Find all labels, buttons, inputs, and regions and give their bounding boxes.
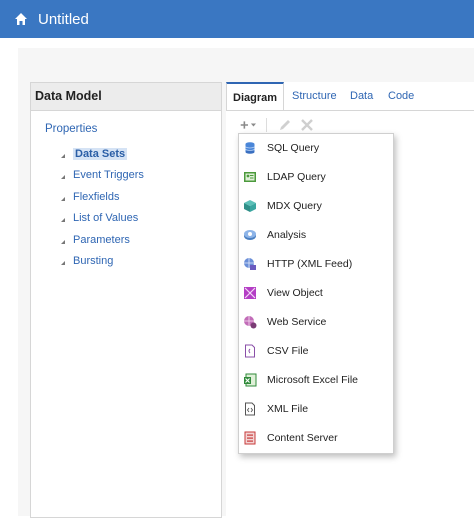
expand-triangle-icon[interactable] (61, 171, 65, 180)
add-icon[interactable] (240, 117, 256, 133)
data-model-tree: Data Sets Event Triggers Flexfields List… (61, 143, 144, 272)
delete-icon[interactable] (299, 117, 315, 133)
menu-item-csv-file[interactable]: CSV File (239, 339, 393, 363)
tab-diagram[interactable]: Diagram (226, 82, 285, 110)
add-data-set-menu: SQL Query LDAP Query MDX Query Analysis (238, 133, 394, 454)
menu-item-content-server[interactable]: Content Server (239, 426, 393, 450)
ldap-icon (244, 172, 256, 182)
expand-triangle-icon[interactable] (61, 214, 65, 223)
menu-item-mdx-query[interactable]: MDX Query (239, 194, 393, 218)
menu-item-http-xml-feed[interactable]: HTTP (XML Feed) (239, 252, 393, 276)
properties-link[interactable]: Properties (45, 123, 97, 135)
tab-bar: Diagram Structure Data Code (226, 82, 474, 111)
web-service-icon (244, 316, 257, 329)
menu-item-sql-query[interactable]: SQL Query (239, 136, 393, 160)
menu-item-web-service[interactable]: Web Service (239, 310, 393, 334)
tree-item-data-sets[interactable]: Data Sets (61, 143, 144, 165)
data-model-title: Data Model (31, 83, 221, 111)
diagram-toolbar (240, 117, 315, 133)
document-title: Untitled (38, 10, 89, 28)
menu-item-microsoft-excel-file[interactable]: Microsoft Excel File (239, 368, 393, 392)
tree-item-bursting[interactable]: Bursting (61, 251, 144, 273)
tab-data[interactable]: Data (350, 90, 373, 102)
menu-item-analysis[interactable]: Analysis (239, 223, 393, 247)
excel-icon (244, 373, 257, 387)
home-icon[interactable] (14, 12, 28, 26)
expand-triangle-icon[interactable] (61, 150, 65, 158)
toolbar-divider (266, 118, 267, 132)
menu-item-xml-file[interactable]: XML File (239, 397, 393, 421)
menu-item-view-object[interactable]: View Object (239, 281, 393, 305)
cube-icon (244, 200, 256, 212)
tree-item-list-of-values[interactable]: List of Values (61, 208, 144, 230)
http-icon (244, 258, 256, 270)
tab-code[interactable]: Code (388, 90, 414, 102)
app-header: Untitled (0, 0, 474, 38)
tab-structure[interactable]: Structure (292, 90, 337, 102)
view-object-icon (244, 287, 256, 299)
database-icon (245, 142, 255, 154)
data-model-panel: Data Model Properties Data Sets Event Tr… (30, 82, 222, 518)
tree-item-flexfields[interactable]: Flexfields (61, 186, 144, 208)
pencil-icon[interactable] (277, 117, 293, 133)
expand-triangle-icon[interactable] (61, 193, 65, 201)
analysis-icon (244, 230, 256, 240)
tree-item-event-triggers[interactable]: Event Triggers (61, 165, 144, 187)
csv-file-icon (245, 344, 255, 358)
expand-triangle-icon[interactable] (61, 236, 65, 244)
content-server-icon (244, 431, 256, 445)
xml-file-icon (245, 402, 255, 416)
expand-triangle-icon[interactable] (61, 257, 65, 266)
tree-item-parameters[interactable]: Parameters (61, 229, 144, 251)
menu-item-ldap-query[interactable]: LDAP Query (239, 165, 393, 189)
